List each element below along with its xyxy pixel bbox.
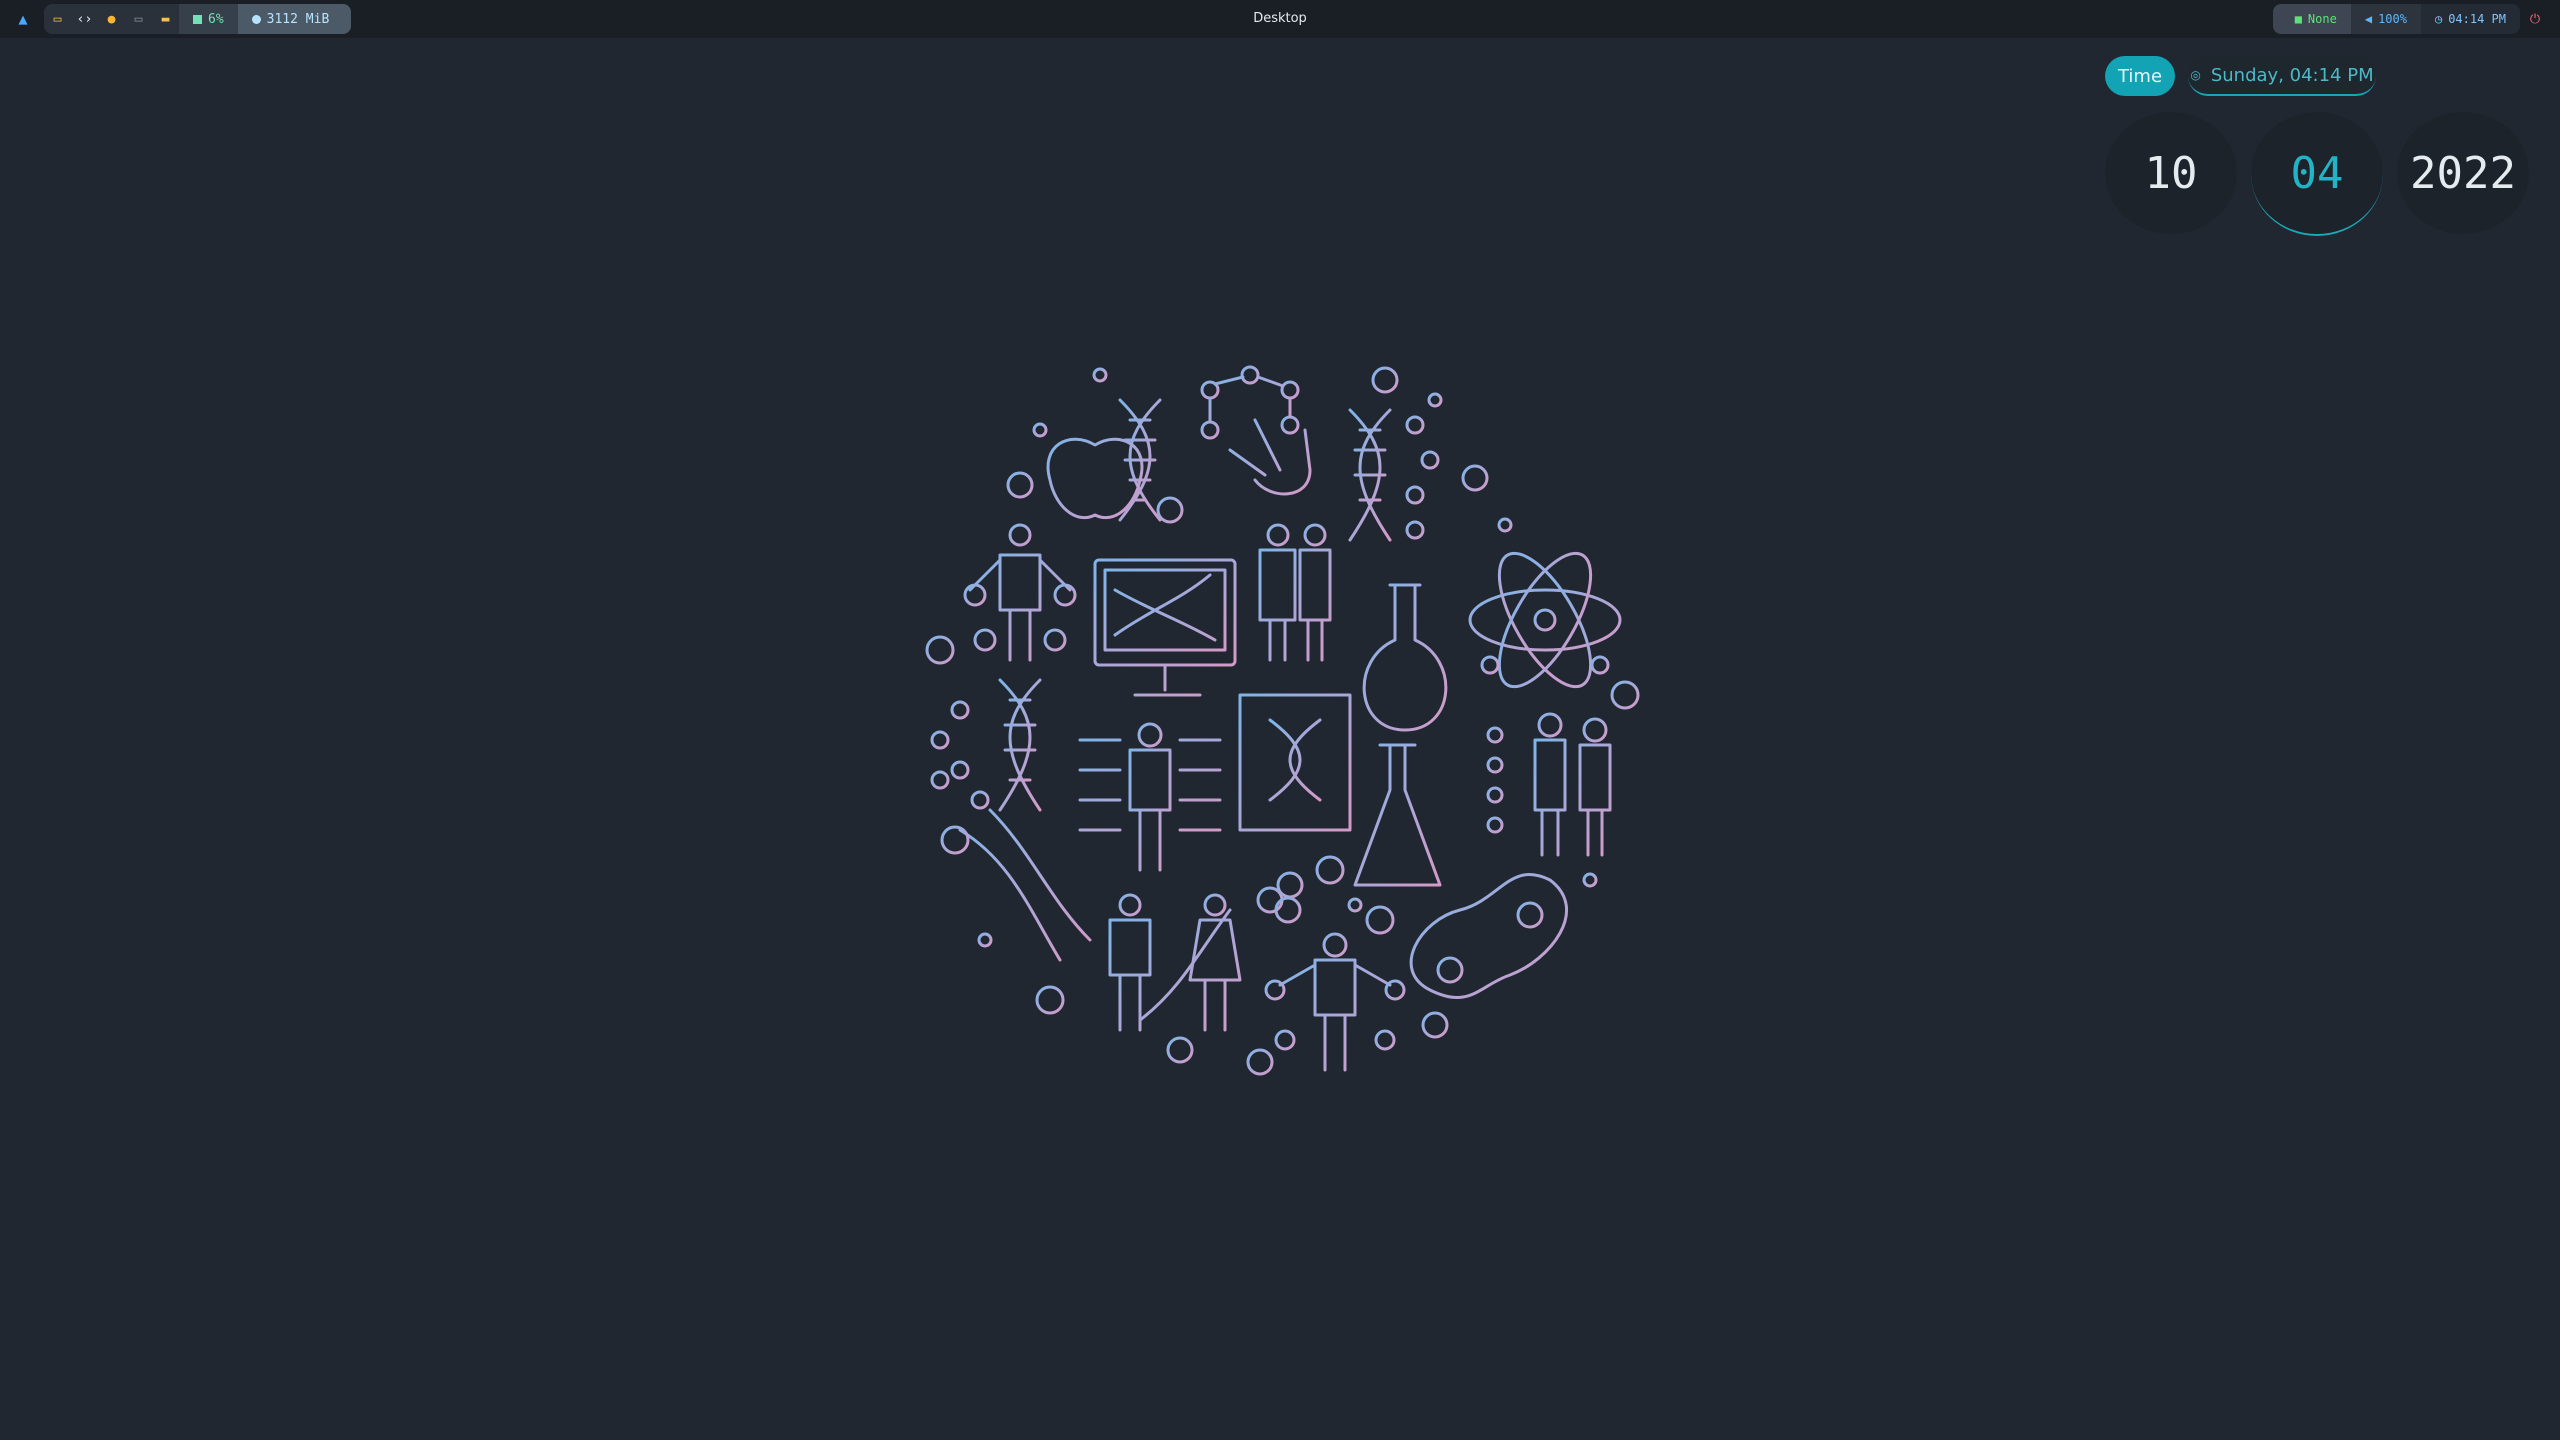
date-display: ◎ Sunday, 04:14 PM <box>2188 56 2376 96</box>
date-text: Sunday, 04:14 PM <box>2210 64 2374 86</box>
volume-value: 100% <box>2378 12 2407 26</box>
network-icon: ■ <box>2294 12 2302 26</box>
top-bar: ▲ ▭ ‹› ● ▭ ▬ 6% 3112 MiB Desktop ■ None … <box>0 0 2560 38</box>
power-icon[interactable]: ⏻ <box>2520 12 2550 27</box>
year-circle: 2022 <box>2397 112 2529 234</box>
network-status[interactable]: ■ None <box>2272 4 2351 34</box>
time-widget: Time ◎ Sunday, 04:14 PM 10 04 2022 <box>2105 56 2535 246</box>
clock-value: 04:14 PM <box>2448 12 2506 26</box>
science-icons-wallpaper <box>925 365 1640 1076</box>
day-circle: 10 <box>2105 112 2237 234</box>
network-value: None <box>2307 12 2337 26</box>
clock[interactable]: ◷ 04:14 PM <box>2420 4 2520 34</box>
clock-icon: ◎ <box>2190 68 2201 82</box>
right-modules: ■ None ◀ 100% ◷ 04:14 PM ⏻ <box>2272 4 2550 34</box>
volume-icon: ◀ <box>2364 12 2373 26</box>
clock-icon: ◷ <box>2434 12 2443 26</box>
window-title: Desktop <box>1253 11 1307 26</box>
volume-control[interactable]: ◀ 100% <box>2350 4 2421 34</box>
month-circle: 04 <box>2251 112 2383 236</box>
time-tab[interactable]: Time <box>2105 56 2175 96</box>
